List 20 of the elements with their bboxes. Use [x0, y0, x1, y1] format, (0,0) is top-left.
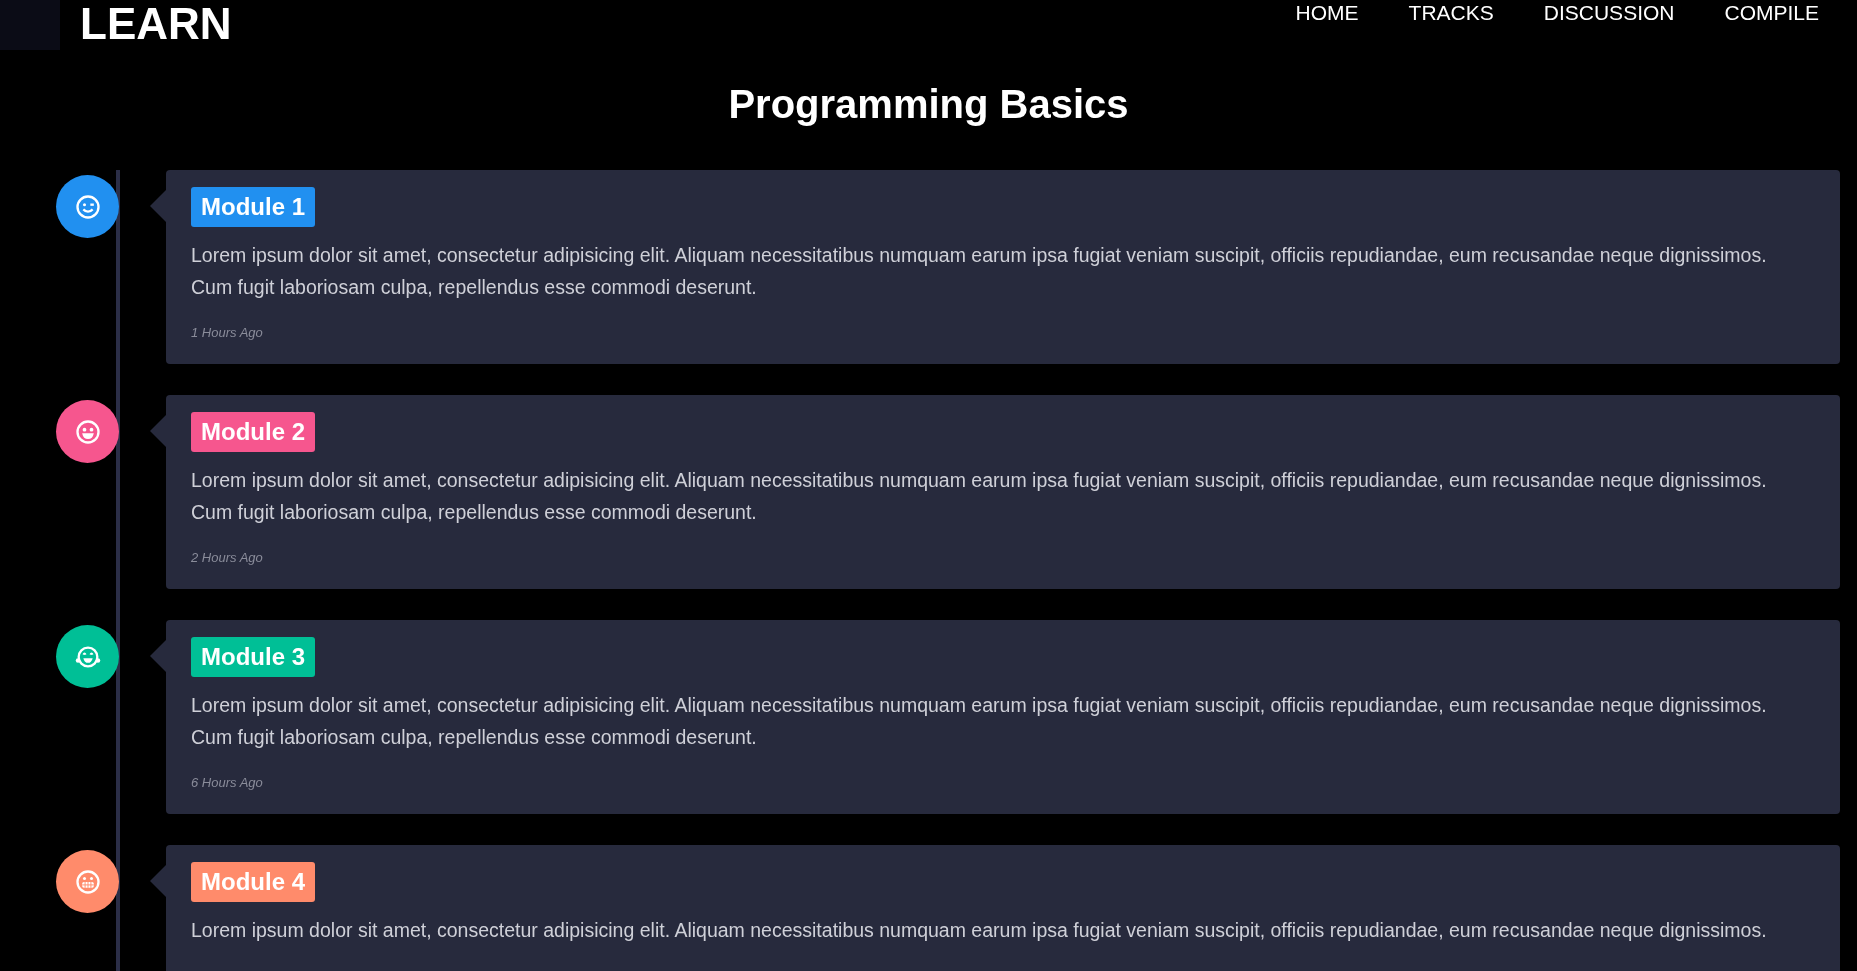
module-label: Module 1: [191, 187, 315, 227]
module-label: Module 3: [191, 637, 315, 677]
smiley-icon: [73, 867, 102, 896]
nav-link[interactable]: COMPILE: [1724, 2, 1819, 23]
smiley-icon: [73, 417, 102, 446]
timestamp: 2 Hours Ago: [191, 549, 264, 567]
timestamp: 6 Hours Ago: [191, 774, 264, 792]
timestamp: 1 Hours Ago: [191, 324, 264, 342]
module-description: Lorem ipsum dolor sit amet, consectetur adipisicing elit. Aliquam necessitatibus numquam earum ipsa fugiat veniam suscipit, officiis repudiandae, eum recusandae neque dignissimos. Cum fugit laboriosam culpa, repellendus esse commodi deserunt.: [191, 693, 1768, 750]
nav-link[interactable]: DISCUSSION: [1543, 2, 1675, 23]
brand-title[interactable]: LEARN: [80, 2, 232, 46]
nav-link[interactable]: HOME: [1295, 2, 1359, 23]
module-label: Module 2: [191, 412, 315, 452]
module-description: Lorem ipsum dolor sit amet, consectetur adipisicing elit. Aliquam necessitatibus numquam earum ipsa fugiat veniam suscipit, officiis repudiandae, eum recusandae neque dignissimos. Cum fugit laboriosam culpa, repellendus esse commodi deserunt.: [191, 468, 1768, 525]
smiley-icon: [73, 192, 102, 221]
module-description: Lorem ipsum dolor sit amet, consectetur adipisicing elit. Aliquam necessitatibus numquam earum ipsa fugiat veniam suscipit, officiis repudiandae, eum recusandae neque dignissimos.: [191, 918, 1768, 943]
nav-link[interactable]: TRACKS: [1408, 2, 1494, 23]
page-title: Programming Basics: [727, 81, 1130, 128]
module-description: Lorem ipsum dolor sit amet, consectetur adipisicing elit. Aliquam necessitatibus numquam earum ipsa fugiat veniam suscipit, officiis repudiandae, eum recusandae neque dignissimos. Cum fugit laboriosam culpa, repellendus esse commodi deserunt.: [191, 243, 1768, 300]
module-label: Module 4: [191, 862, 315, 902]
